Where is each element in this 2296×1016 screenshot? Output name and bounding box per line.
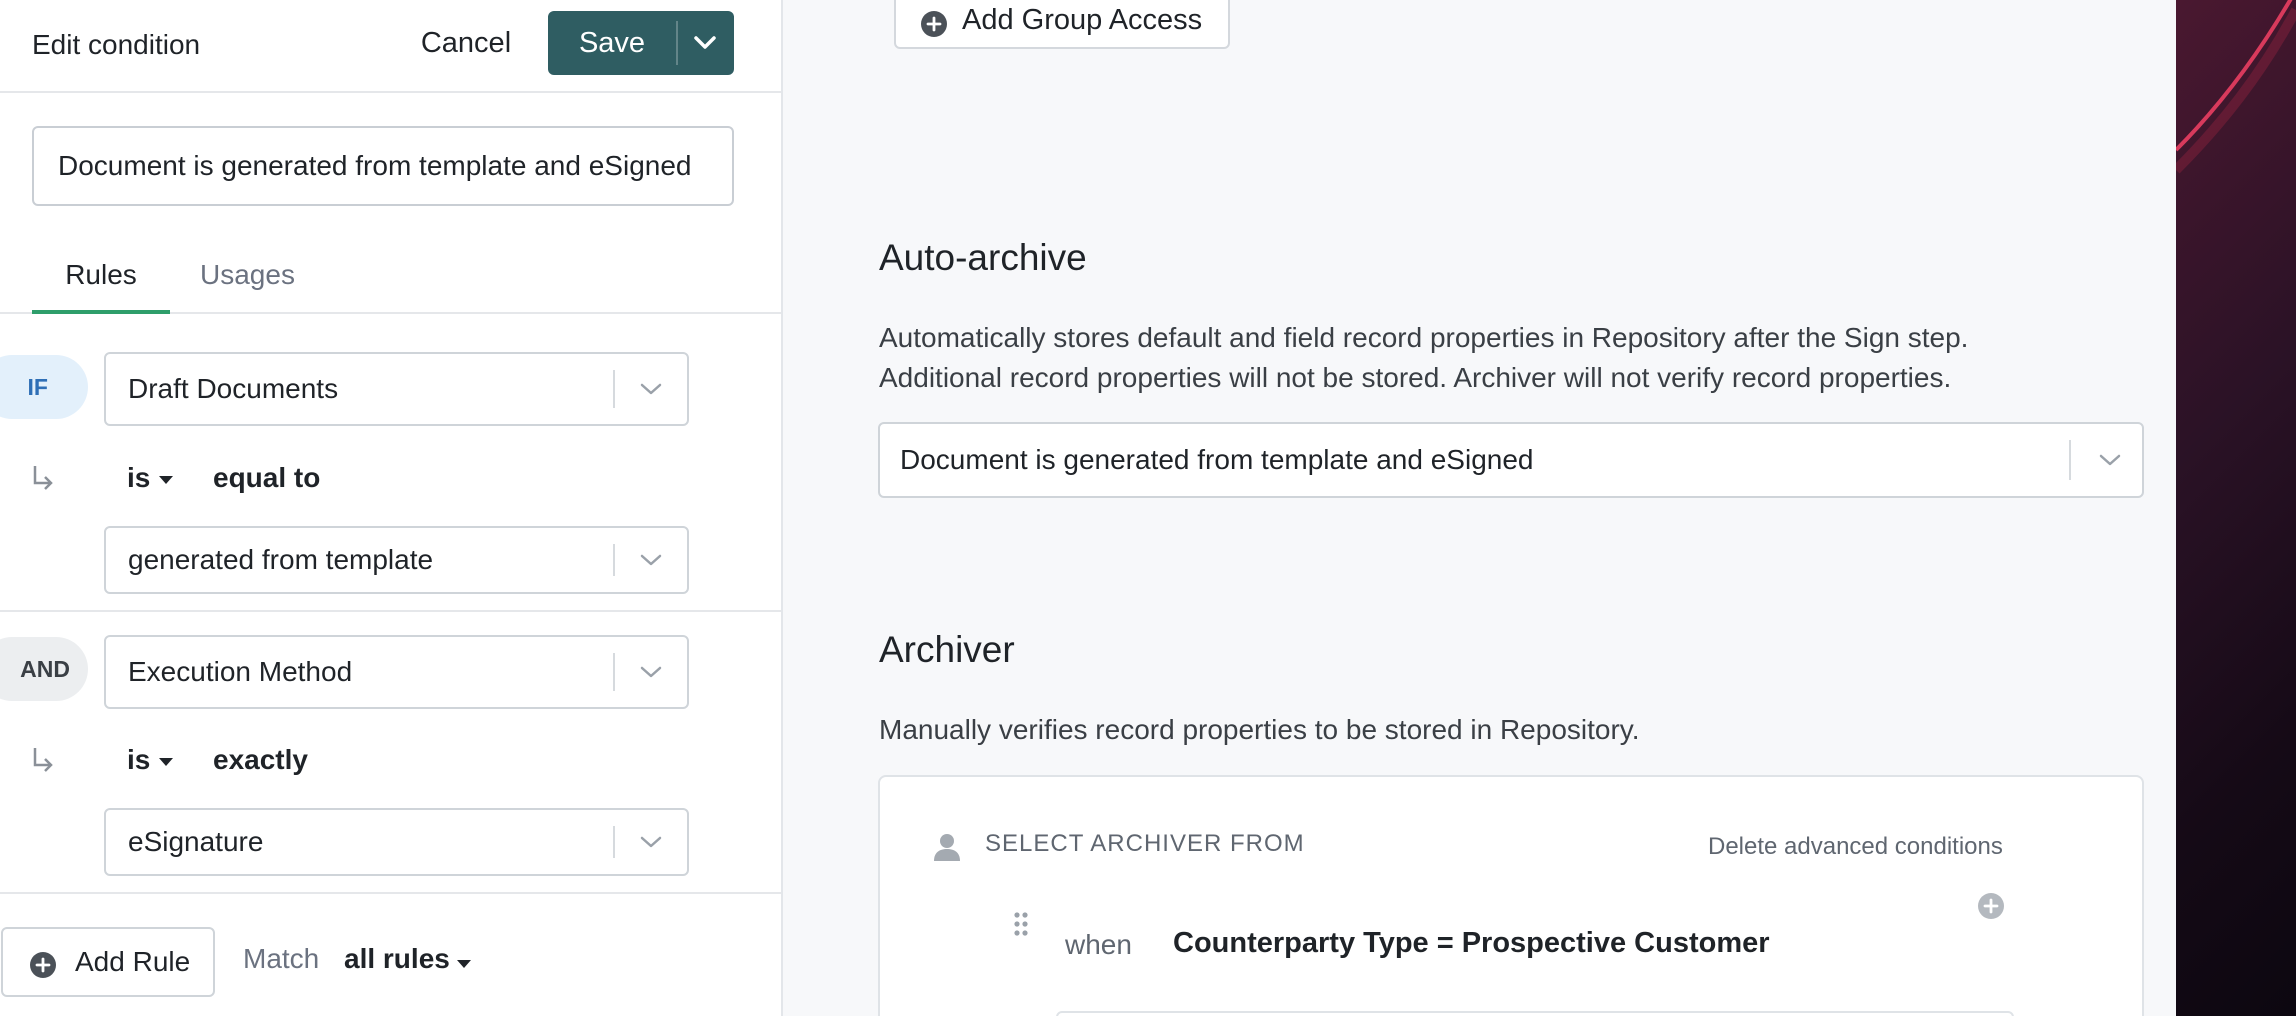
chevron-down-icon [640,836,662,848]
select-separator [2069,440,2071,480]
panel-title: Edit condition [32,29,201,60]
select-separator [613,544,615,576]
rule-comparison[interactable]: exactly [213,744,308,776]
rule-field-select[interactable]: Draft Documents [104,352,689,426]
desktop-background [2176,0,2296,1016]
nested-condition-box [1056,1011,2014,1016]
select-separator [613,370,615,408]
rule-divider [0,892,781,894]
add-group-access-button[interactable]: Add Group Access [894,0,1230,49]
auto-archive-condition-value: Document is generated from template and … [900,444,1534,475]
caret-down-icon[interactable] [158,757,174,767]
rule-field-select[interactable]: Execution Method [104,635,689,709]
rule-operator[interactable]: is [127,744,150,776]
plus-circle-icon [30,952,56,978]
archiver-description: Manually verifies record properties to b… [879,714,1640,745]
drag-handle-icon[interactable] [1012,910,1030,938]
chevron-down-icon [2099,454,2121,466]
subdirectory-arrow-icon [33,748,53,772]
archiver-condition[interactable]: Counterparty Type = Prospective Customer [1173,927,1770,960]
auto-archive-heading: Auto-archive [879,237,1087,278]
and-badge: AND [0,637,88,701]
person-icon [934,834,960,861]
condition-name-input[interactable] [32,126,734,206]
subdirectory-arrow-icon [33,466,53,490]
plus-circle-icon [921,11,947,37]
wallpaper-curve [2176,0,2296,174]
tab-usages[interactable]: Usages [200,240,304,314]
chevron-down-icon [640,554,662,566]
match-dropdown[interactable]: all rules [344,943,450,975]
caret-down-icon[interactable] [158,475,174,485]
save-button-group: Save [548,11,734,75]
add-group-access-label: Add Group Access [962,4,1203,36]
delete-advanced-conditions-link[interactable]: Delete advanced conditions [1708,833,2003,861]
when-label: when [1065,929,1132,960]
save-divider [676,21,678,65]
rule-value: eSignature [128,826,264,857]
match-label: Match [243,943,320,974]
panel-header: Edit condition Cancel Save [0,0,781,93]
auto-archive-description-2: Additional record properties will not be… [879,362,1952,393]
tab-bar: Rules Usages [0,240,781,314]
cancel-button[interactable]: Cancel [398,12,534,74]
archiver-heading: Archiver [879,629,1015,670]
chevron-down-icon [640,666,662,678]
rule-value: generated from template [128,544,434,575]
rule-value-select[interactable]: eSignature [104,808,689,876]
rule-divider [0,610,781,612]
add-rule-button[interactable]: Add Rule [1,927,215,997]
auto-archive-condition-select[interactable]: Document is generated from template and … [878,422,2144,498]
chevron-down-icon[interactable] [688,31,722,55]
save-button[interactable]: Save [548,11,676,75]
tab-rules[interactable]: Rules [32,240,170,314]
auto-archive-description-1: Automatically stores default and field r… [879,322,1969,353]
rule-value-select[interactable]: generated from template [104,526,689,594]
select-archiver-from-label: SELECT ARCHIVER FROM [985,830,1305,857]
edit-condition-panel: Edit condition Cancel Save Rules Usages … [0,0,783,1016]
plus-circle-icon[interactable] [1976,891,2006,921]
rule-field-value: Execution Method [128,656,353,687]
rule-operator[interactable]: is [127,462,150,494]
add-rule-label: Add Rule [75,946,191,977]
caret-down-icon[interactable] [456,959,472,969]
archiver-card: SELECT ARCHIVER FROM Delete advanced con… [878,775,2144,1016]
if-badge: IF [0,355,88,419]
select-separator [613,653,615,691]
rule-field-value: Draft Documents [128,373,339,404]
rule-comparison[interactable]: equal to [213,462,320,494]
select-separator [613,826,615,858]
chevron-down-icon [640,383,662,395]
